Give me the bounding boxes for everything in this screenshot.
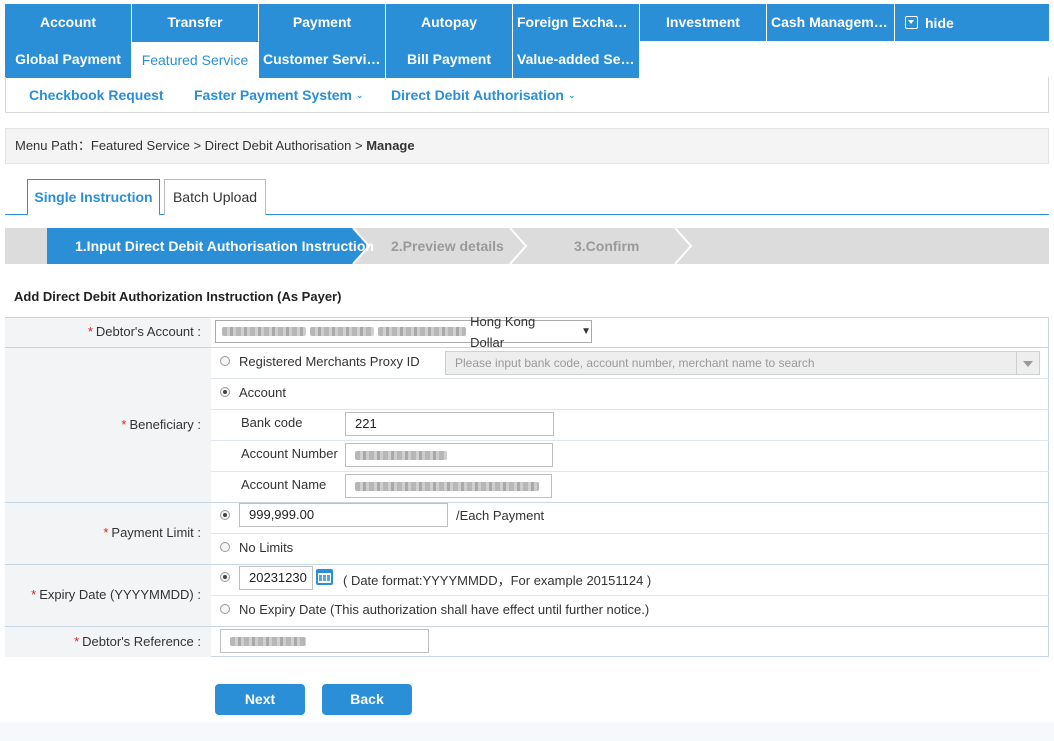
divider [211,533,1049,534]
nav-cash-management[interactable]: Cash Management [767,4,895,41]
nav-payment[interactable]: Payment [259,4,386,41]
proxy-search-input[interactable]: Please input bank code, account number, … [445,351,1040,375]
account-option-label: Account [239,385,286,400]
form-title: Add Direct Debit Authorization Instructi… [14,289,342,304]
masked-account-name [377,327,467,336]
proxy-search-placeholder: Please input bank code, account number, … [455,356,815,370]
masked-account-number [222,327,306,336]
each-payment-label: /Each Payment [456,508,545,523]
sub-nav: Checkbook Request Faster Payment System ⌄… [5,77,1049,113]
chevron-down-icon: ⌄ [567,89,576,100]
back-button[interactable]: Back [322,684,412,715]
step-1-label: 1.Input Direct Debit Authorisation Instr… [75,238,374,254]
no-limits-radio[interactable] [220,542,230,552]
tab-single-instruction[interactable]: Single Instruction [27,179,160,216]
subnav-dda-label: Direct Debit Authorisation [391,86,564,103]
masked-account-number [355,451,447,461]
step-progress: 1.Input Direct Debit Authorisation Instr… [5,228,1049,264]
nav-bill-payment[interactable]: Bill Payment [386,41,513,78]
account-number-input[interactable] [345,443,553,467]
divider [211,595,1049,596]
step-2-divider [509,228,528,264]
subnav-faster-payment-system[interactable]: Faster Payment System ⌄ [194,87,364,103]
account-number-label: Account Number [241,446,338,461]
calendar-icon[interactable] [316,569,333,585]
divider [5,502,1049,503]
collapse-icon [905,16,918,29]
hide-label: hide [925,14,954,31]
account-radio[interactable] [220,387,230,397]
nav-global-payment[interactable]: Global Payment [5,41,132,78]
main-nav-row-1: Account Transfer Payment Autopay Foreign… [5,4,1049,41]
divider [211,378,1049,379]
divider [211,409,1049,410]
step-2-label: 2.Preview details [391,238,504,254]
breadcrumb: Menu Path：Featured Service > Direct Debi… [5,128,1049,164]
nav-foreign-exchange[interactable]: Foreign Exchange [513,4,640,41]
proxy-radio[interactable] [220,356,230,366]
divider [5,564,1049,565]
proxy-option-label: Registered Merchants Proxy ID [239,354,420,369]
nav-value-added-service[interactable]: Value-added Ser… [513,41,640,78]
instruction-tabs: Single Instruction Batch Upload [5,178,1049,216]
bank-code-input[interactable]: 221 [345,412,554,436]
account-name-label: Account Name [241,477,327,492]
no-limits-label: No Limits [239,540,294,555]
payment-limit-input[interactable]: 999,999.00 [239,503,448,527]
step-3-divider [674,228,693,264]
debtor-account-select[interactable]: Hong Kong Dollar ▼ [215,314,592,350]
expiry-date-input[interactable]: 20231230 [239,566,313,590]
no-expiry-label: No Expiry Date (This authorization shall… [239,602,650,617]
subnav-fps-label: Faster Payment System [194,86,352,103]
divider [211,440,1049,441]
main-nav-row-2: Global Payment Featured Service Customer… [5,41,640,78]
hide-nav-button[interactable]: hide [895,4,954,41]
debtor-reference-label: * Debtor's Reference : [5,627,211,657]
divider [5,626,1049,627]
debtor-account-label: * Debtor's Account : [5,318,211,348]
debtor-account-currency: Hong Kong Dollar [470,313,536,350]
debtor-reference-input[interactable] [220,629,429,653]
masked-account-name [355,482,539,492]
masked-account-type [309,327,374,336]
date-format-hint: ( Date format:YYYYMMDD，For example 20151… [343,573,652,588]
breadcrumb-current: Manage [366,138,415,153]
subnav-direct-debit-authorisation[interactable]: Direct Debit Authorisation ⌄ [391,87,575,103]
no-expiry-radio[interactable] [220,604,230,614]
payment-limit-radio[interactable] [220,510,230,520]
payment-limit-label: * Payment Limit : [5,503,211,565]
account-name-input[interactable] [345,474,552,498]
chevron-down-icon: ⌄ [355,89,364,100]
subnav-checkbook-request[interactable]: Checkbook Request [29,87,164,103]
dropdown-arrow-icon[interactable] [1016,352,1039,374]
beneficiary-label: * Beneficiary : [5,348,211,503]
nav-investment[interactable]: Investment [640,4,767,41]
nav-autopay[interactable]: Autopay [386,4,513,41]
masked-reference [230,637,306,647]
bank-code-label: Bank code [241,415,303,430]
step-3-label: 3.Confirm [574,238,640,254]
expiry-date-radio[interactable] [220,572,230,582]
dropdown-arrow-icon: ▼ [581,326,591,337]
tab-batch-upload[interactable]: Batch Upload [164,179,266,215]
expiry-date-label: * Expiry Date (YYYYMMDD) : [5,565,211,627]
nav-featured-service[interactable]: Featured Service [132,41,259,78]
breadcrumb-path: Menu Path：Featured Service > Direct Debi… [15,138,367,153]
nav-account[interactable]: Account [5,4,132,41]
divider [211,471,1049,472]
nav-transfer[interactable]: Transfer [132,4,259,41]
nav-customer-service[interactable]: Customer Service [259,41,386,78]
next-button[interactable]: Next [215,684,305,715]
footer-band [0,722,1054,741]
